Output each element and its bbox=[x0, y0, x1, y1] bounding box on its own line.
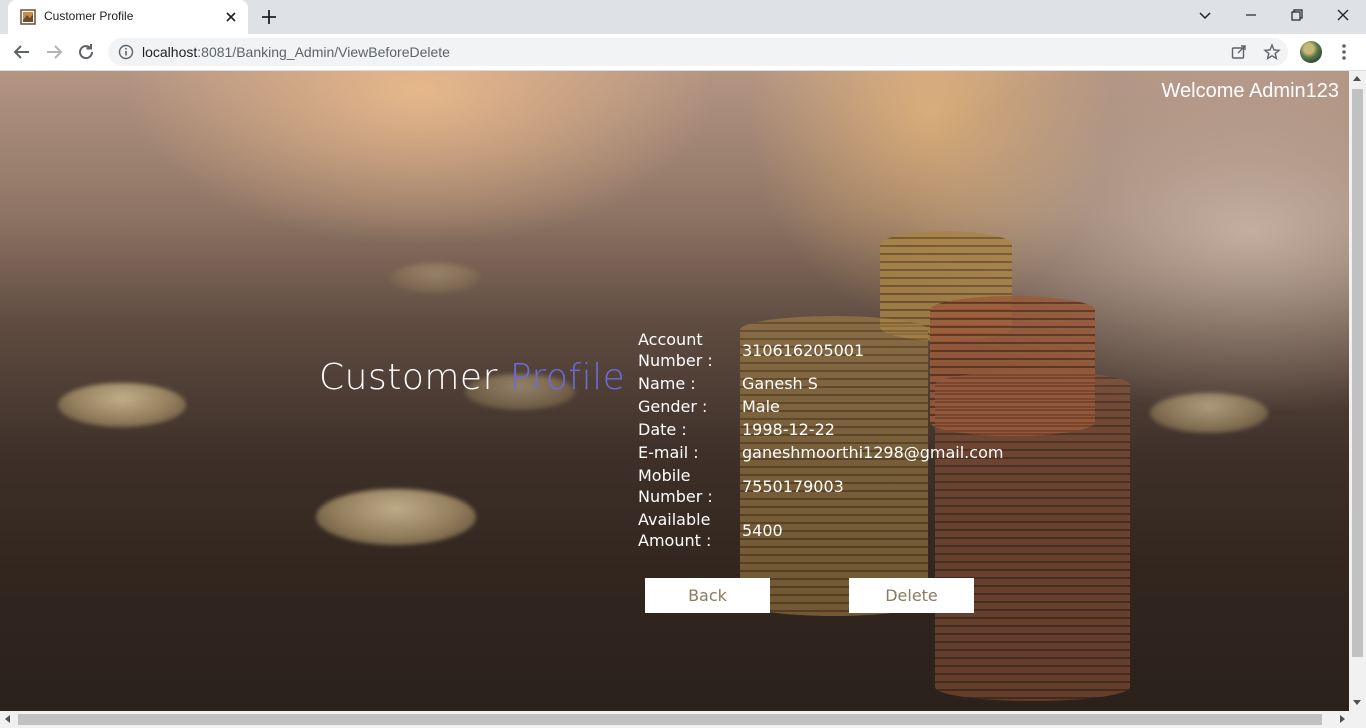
back-arrow-icon[interactable] bbox=[10, 40, 34, 64]
browser-toolbar: localhost:8081/Banking_Admin/ViewBeforeD… bbox=[0, 34, 1366, 71]
minimize-button[interactable] bbox=[1228, 0, 1274, 30]
background-coin bbox=[316, 489, 476, 545]
back-button[interactable]: Back bbox=[645, 578, 770, 613]
share-icon[interactable] bbox=[1230, 43, 1248, 61]
detail-row-available-amount: Available Amount : 5400 bbox=[634, 508, 1007, 552]
name-label: Name : bbox=[638, 374, 696, 393]
forward-arrow-icon[interactable] bbox=[42, 40, 66, 64]
customer-details-table: Account Number : 310616205001 Name : Gan… bbox=[634, 328, 1007, 552]
more-menu-icon[interactable] bbox=[1334, 42, 1354, 62]
detail-row-date: Date : 1998-12-22 bbox=[634, 418, 1007, 441]
detail-row-account-number: Account Number : 310616205001 bbox=[634, 328, 1007, 372]
close-tab-icon[interactable] bbox=[222, 8, 240, 26]
available-amount-label: Available Amount : bbox=[638, 510, 712, 550]
profile-avatar[interactable] bbox=[1300, 41, 1322, 63]
browser-tab-strip: Customer Profile bbox=[0, 0, 1366, 34]
email-value: ganeshmoorthi1298@gmail.com bbox=[742, 443, 1004, 462]
tab-search-button[interactable] bbox=[1182, 0, 1228, 30]
name-value: Ganesh S bbox=[742, 374, 818, 393]
chevron-down-icon bbox=[1199, 12, 1211, 20]
site-info-icon[interactable] bbox=[118, 44, 134, 60]
url-text: localhost:8081/Banking_Admin/ViewBeforeD… bbox=[142, 44, 450, 60]
horizontal-scroll-thumb[interactable] bbox=[18, 714, 1322, 725]
page-favicon-icon bbox=[20, 9, 36, 25]
available-amount-value: 5400 bbox=[742, 520, 783, 540]
restore-button[interactable] bbox=[1274, 0, 1320, 30]
date-value: 1998-12-22 bbox=[742, 420, 835, 439]
background-coin bbox=[58, 383, 186, 427]
mobile-number-label: Mobile Number : bbox=[638, 466, 713, 506]
close-icon bbox=[1337, 9, 1349, 21]
new-tab-icon[interactable] bbox=[258, 6, 280, 28]
mobile-number-value: 7550179003 bbox=[742, 476, 844, 496]
scroll-right-arrow-icon[interactable] bbox=[1340, 715, 1345, 723]
detail-row-email: E-mail : ganeshmoorthi1298@gmail.com bbox=[634, 441, 1007, 464]
page-title-main: Customer bbox=[319, 357, 510, 398]
delete-button[interactable]: Delete bbox=[849, 578, 974, 613]
address-bar[interactable]: localhost:8081/Banking_Admin/ViewBeforeD… bbox=[108, 38, 1288, 66]
detail-row-name: Name : Ganesh S bbox=[634, 372, 1007, 395]
account-number-label: Account Number : bbox=[638, 330, 713, 370]
horizontal-scrollbar[interactable] bbox=[0, 711, 1366, 728]
url-path: :8081/Banking_Admin/ViewBeforeDelete bbox=[197, 44, 450, 60]
detail-row-gender: Gender : Male bbox=[634, 395, 1007, 418]
date-label: Date : bbox=[638, 420, 687, 439]
page-title: Customer Profile bbox=[319, 357, 625, 398]
page-title-accent: Profile bbox=[509, 357, 626, 398]
vertical-scroll-thumb[interactable] bbox=[1352, 89, 1363, 657]
background-coin bbox=[390, 263, 480, 293]
scroll-up-arrow-icon[interactable] bbox=[1353, 76, 1361, 81]
browser-tab[interactable]: Customer Profile bbox=[8, 0, 248, 34]
vertical-scrollbar[interactable] bbox=[1349, 71, 1366, 711]
gender-label: Gender : bbox=[638, 397, 708, 416]
account-number-value: 310616205001 bbox=[742, 340, 865, 360]
minimize-icon bbox=[1246, 14, 1256, 16]
tab-title: Customer Profile bbox=[44, 9, 134, 23]
reload-icon[interactable] bbox=[74, 40, 98, 64]
background-coin bbox=[1150, 393, 1268, 433]
bookmark-star-icon[interactable] bbox=[1263, 43, 1281, 61]
detail-row-mobile-number: Mobile Number : 7550179003 bbox=[634, 464, 1007, 508]
url-host: localhost bbox=[142, 44, 198, 60]
page-content: Welcome Admin123 Customer Profile Accoun… bbox=[0, 71, 1349, 711]
email-label: E-mail : bbox=[638, 443, 699, 462]
scroll-left-arrow-icon[interactable] bbox=[5, 715, 10, 723]
scroll-down-arrow-icon[interactable] bbox=[1353, 700, 1361, 705]
restore-icon bbox=[1291, 9, 1303, 21]
close-window-button[interactable] bbox=[1320, 0, 1366, 30]
gender-value: Male bbox=[742, 397, 780, 416]
welcome-text: Welcome Admin123 bbox=[1161, 80, 1340, 102]
